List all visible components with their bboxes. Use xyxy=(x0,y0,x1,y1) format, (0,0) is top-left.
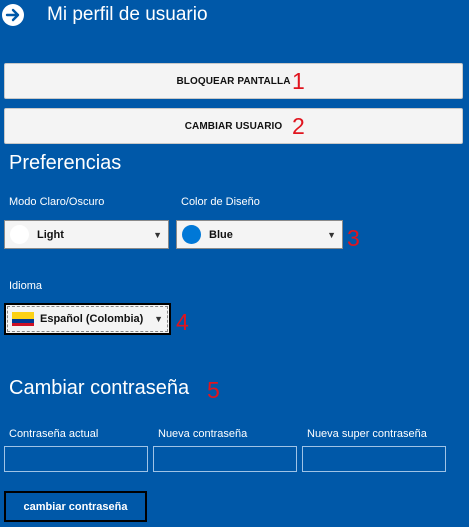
theme-value: Light xyxy=(37,228,64,241)
new-password-label: Nueva contraseña xyxy=(158,428,248,440)
switch-user-button[interactable]: CAMBIAR USUARIO xyxy=(4,108,463,144)
design-color-swatch xyxy=(182,225,201,244)
current-password-label: Contraseña actual xyxy=(9,428,99,440)
design-color-value: Blue xyxy=(209,228,233,241)
language-value: Español (Colombia) xyxy=(40,313,144,325)
current-password-input[interactable] xyxy=(4,446,148,472)
change-password-button-label: cambiar contraseña xyxy=(23,500,128,513)
annotation-5: 5 xyxy=(207,377,220,403)
theme-swatch xyxy=(10,225,29,244)
page-title: Mi perfil de usuario xyxy=(47,4,208,25)
lock-screen-label: BLOQUEAR PANTALLA xyxy=(176,75,291,87)
change-password-button[interactable]: cambiar contraseña xyxy=(4,491,147,522)
switch-user-label: CAMBIAR USUARIO xyxy=(184,120,283,132)
language-dropdown[interactable]: Español (Colombia) ▼ xyxy=(4,303,171,335)
design-color-label: Color de Diseño xyxy=(181,196,260,208)
chevron-down-icon: ▼ xyxy=(153,229,162,240)
annotation-3: 3 xyxy=(347,225,360,251)
super-password-input[interactable] xyxy=(302,446,446,472)
preferences-title: Preferencias xyxy=(9,152,122,174)
design-color-dropdown[interactable]: Blue ▼ xyxy=(176,220,343,249)
annotation-1: 1 xyxy=(292,68,305,94)
annotation-4: 4 xyxy=(176,309,189,335)
change-password-title: Cambiar contraseña xyxy=(9,377,190,399)
super-password-label: Nueva super contraseña xyxy=(307,428,427,440)
back-button[interactable] xyxy=(2,4,24,26)
colombia-flag-icon xyxy=(12,312,34,326)
lock-screen-button[interactable]: BLOQUEAR PANTALLA xyxy=(4,63,463,99)
new-password-input[interactable] xyxy=(153,446,297,472)
theme-dropdown[interactable]: Light ▼ xyxy=(4,220,169,249)
arrow-right-icon xyxy=(5,8,20,22)
chevron-down-icon: ▼ xyxy=(154,314,163,324)
theme-label: Modo Claro/Oscuro xyxy=(9,196,105,208)
language-label: Idioma xyxy=(9,280,43,292)
annotation-2: 2 xyxy=(292,113,305,139)
chevron-down-icon: ▼ xyxy=(327,229,336,240)
